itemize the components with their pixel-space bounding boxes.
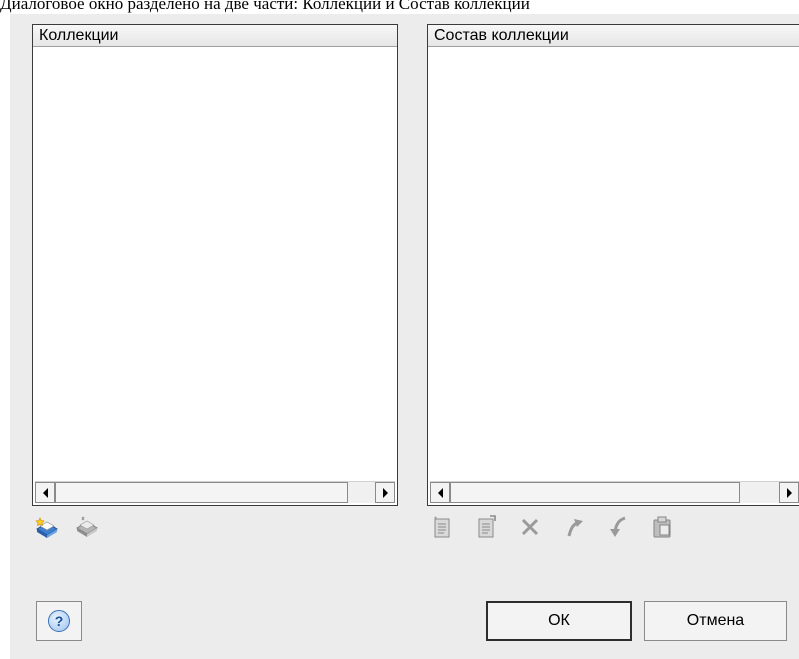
- collections-toolbar: [34, 514, 100, 540]
- scroll-left-button[interactable]: [35, 482, 55, 503]
- cancel-button[interactable]: Отмена: [644, 601, 787, 641]
- help-icon: ?: [48, 610, 70, 632]
- move-down-icon: [610, 516, 626, 537]
- arrow-right-icon: [382, 487, 388, 498]
- collection-contents-toolbar: [429, 514, 675, 540]
- delete-collection-button[interactable]: [74, 514, 100, 540]
- paste-icon: [653, 516, 671, 538]
- collections-horizontal-scrollbar[interactable]: [35, 481, 395, 503]
- add-item-icon: [434, 516, 450, 538]
- collections-dialog: Коллекции Состав коллекции ? ОК Отмена: [10, 14, 799, 659]
- scrollbar-thumb[interactable]: [450, 482, 740, 503]
- move-up-button[interactable]: [561, 514, 587, 540]
- arrow-left-icon: [42, 487, 48, 498]
- add-item-button[interactable]: [429, 514, 455, 540]
- delete-item-button[interactable]: [517, 514, 543, 540]
- move-down-button[interactable]: [605, 514, 631, 540]
- paste-button[interactable]: [649, 514, 675, 540]
- move-up-icon: [567, 519, 583, 537]
- arrow-left-icon: [437, 487, 443, 498]
- edit-item-button[interactable]: [473, 514, 499, 540]
- ok-button[interactable]: ОК: [486, 601, 632, 641]
- help-button[interactable]: ?: [36, 601, 82, 641]
- delete-collection-icon: [76, 516, 98, 537]
- contents-horizontal-scrollbar[interactable]: [430, 481, 799, 503]
- new-collection-icon: [35, 517, 58, 538]
- scroll-right-button[interactable]: [375, 482, 395, 503]
- delete-item-icon: [521, 518, 539, 536]
- edit-item-icon: [478, 515, 496, 538]
- collections-list[interactable]: Коллекции: [32, 24, 398, 506]
- scroll-right-button[interactable]: [779, 482, 799, 503]
- scroll-left-button[interactable]: [430, 482, 450, 503]
- scrollbar-thumb[interactable]: [55, 482, 348, 503]
- document-caption: Диалоговое окно разделено на две части: …: [0, 0, 530, 13]
- collections-column-header[interactable]: Коллекции: [33, 25, 397, 47]
- collection-contents-column-header[interactable]: Состав коллекции: [428, 25, 799, 47]
- new-collection-button[interactable]: [34, 514, 60, 540]
- collection-contents-list[interactable]: Состав коллекции: [427, 24, 799, 506]
- arrow-right-icon: [786, 487, 792, 498]
